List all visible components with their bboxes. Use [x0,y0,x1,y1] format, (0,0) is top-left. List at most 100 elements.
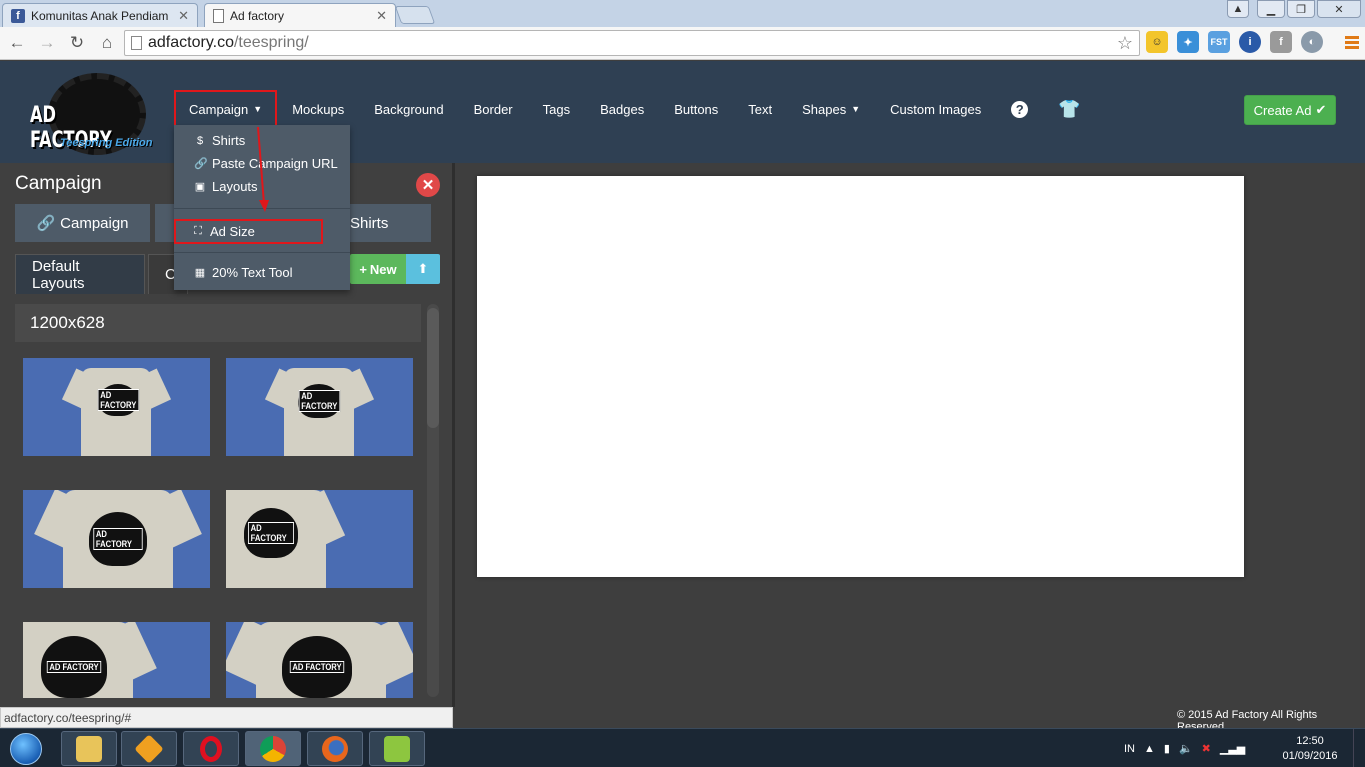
nav-background[interactable]: Background [359,94,458,124]
menu-item-paste-url[interactable]: 🔗 Paste Campaign URL [174,152,350,175]
size-group-header: 1200x628 [15,304,421,342]
subtab-default-layouts[interactable]: Default Layouts [15,254,145,294]
back-icon[interactable]: ← [4,30,30,56]
nav-tags[interactable]: Tags [528,94,585,124]
nav-border[interactable]: Border [459,94,528,124]
grid-icon: ▦ [194,267,206,279]
menu-divider [174,252,350,253]
nav-shapes[interactable]: Shapes ▼ [787,94,875,124]
extension-globe-icon[interactable]: ◐ [1301,31,1323,53]
minimize-button[interactable]: ▁ [1257,0,1285,18]
ad-factory-print: AD FACTORY [41,636,107,698]
home-icon[interactable]: ⌂ [94,30,120,56]
taskbar-opera[interactable] [183,731,239,766]
ad-factory-print: AD FACTORY [282,636,352,698]
ad-factory-logo[interactable]: AD FACTORY Teespring Edition [28,71,158,157]
browser-toolbar: ← → ↻ ⌂ adfactory.co/teespring/ ☆ ☺ ✦ FS… [0,27,1365,60]
taskbar-clock[interactable]: 12:50 01/09/2016 [1278,734,1342,764]
facebook-icon: f [11,8,25,23]
layout-thumbnail[interactable]: AD FACTORY [23,358,210,456]
user-icon[interactable]: ▲ [1227,0,1249,18]
browser-tab-facebook[interactable]: f Komunitas Anak Pendiam ✕ [2,3,198,27]
layouts-scrollbar[interactable] [427,304,439,697]
extension-info-icon[interactable]: i [1239,31,1261,53]
nav-help[interactable]: ? [996,94,1043,124]
maximize-button[interactable]: ❐ [1287,0,1315,18]
show-hidden-icons[interactable]: ▲ [1144,743,1155,755]
start-button[interactable] [4,729,48,767]
url-host: adfactory.co [148,34,234,51]
extension-face-icon[interactable]: ☺ [1146,31,1168,53]
print-label: AD FACTORY [289,661,345,673]
tshirt-icon: 👕 [1058,98,1081,119]
link-icon: 🔗 [194,158,208,170]
main-nav: Campaign ▼ Mockups Background Border Tag… [174,90,1096,128]
browser-tab-adfactory[interactable]: Ad factory ✕ [204,3,396,28]
tab-close-icon[interactable]: ✕ [376,8,387,24]
close-window-button[interactable]: ✕ [1317,0,1361,18]
bookmark-star-icon[interactable]: ☆ [1117,33,1133,54]
volume-icon[interactable]: 🔈 [1179,742,1193,755]
new-label: New [369,261,397,277]
new-layout-button[interactable]: + New [350,254,406,284]
ad-canvas[interactable] [477,176,1244,577]
extension-puzzle-icon[interactable]: ✦ [1177,31,1199,53]
extension-facebook-icon[interactable]: f [1270,31,1292,53]
url-path: /teespring/ [233,34,309,51]
nav-buttons[interactable]: Buttons [659,94,733,124]
reload-icon[interactable]: ↻ [64,30,90,56]
close-panel-icon[interactable]: ✕ [416,173,440,197]
layout-thumbnail[interactable]: AD FACTORY [23,490,210,588]
layout-thumbnail[interactable]: AD FACTORY [226,490,413,588]
language-indicator[interactable]: IN [1124,743,1135,755]
layout-thumbnail[interactable]: AD FACTORY [226,622,413,698]
address-bar[interactable]: adfactory.co/teespring/ ☆ [124,30,1140,56]
new-tab-button[interactable] [394,6,436,24]
taskbar-winamp[interactable] [121,731,177,766]
ad-factory-print: AD FACTORY [298,384,340,418]
create-ad-button[interactable]: Create Ad ✔ [1244,95,1336,125]
signal-icon[interactable]: ▁▃▅ [1220,742,1245,755]
show-desktop-button[interactable] [1353,729,1365,767]
tab-campaign[interactable]: 🔗 Campaign [15,204,150,242]
windows-start-icon [10,732,42,765]
menu-item-shirts[interactable]: $ Shirts [174,129,350,152]
layout-thumbnail[interactable]: AD FACTORY [23,622,210,698]
nav-campaign[interactable]: Campaign ▼ [174,90,278,128]
menu-item-label: 20% Text Tool [212,265,293,280]
extension-fst-icon[interactable]: FST [1208,31,1230,53]
upload-button[interactable]: ⬆ [406,254,440,284]
browser-menu-icon[interactable] [1345,36,1359,51]
menu-item-ad-size[interactable]: ⛶ Ad Size [174,219,323,244]
taskbar-chrome[interactable] [245,731,301,766]
tab-close-icon[interactable]: ✕ [178,8,189,24]
taskbar-explorer[interactable] [61,731,117,766]
nav-mockups[interactable]: Mockups [277,94,359,124]
device-icon[interactable]: ▮ [1164,742,1170,755]
ad-factory-print: AD FACTORY [244,508,298,558]
nav-text[interactable]: Text [733,94,787,124]
menu-item-layouts[interactable]: ▣ Layouts [174,175,350,198]
menu-item-text-tool[interactable]: ▦ 20% Text Tool [174,261,350,284]
menu-item-label: Paste Campaign URL [212,156,338,171]
campaign-dropdown-menu: $ Shirts 🔗 Paste Campaign URL ▣ Layouts … [174,125,350,290]
upload-icon: ⬆ [417,261,429,276]
folder-icon [76,735,102,762]
tab-title: Ad factory [230,9,285,23]
taskbar-firefox[interactable] [307,731,363,766]
tab-shirts-label: Shirts [350,214,389,232]
network-error-icon[interactable]: ✖ [1202,742,1211,755]
taskbar-corel[interactable] [369,731,425,766]
fullscreen-icon: ⛶ [194,225,202,237]
nav-custom-images[interactable]: Custom Images [875,94,996,124]
ad-factory-print: AD FACTORY [97,384,139,416]
nav-badges[interactable]: Badges [585,94,659,124]
forward-icon[interactable]: → [34,30,60,56]
nav-shapes-label: Shapes [802,101,847,117]
panel-title: Campaign [15,173,102,194]
scroll-thumb[interactable] [427,308,439,428]
tab-title: Komunitas Anak Pendiam [31,8,169,23]
layout-thumbnail[interactable]: AD FACTORY [226,358,413,456]
nav-shirt[interactable]: 👕 [1043,94,1095,124]
image-icon: ▣ [194,181,206,193]
